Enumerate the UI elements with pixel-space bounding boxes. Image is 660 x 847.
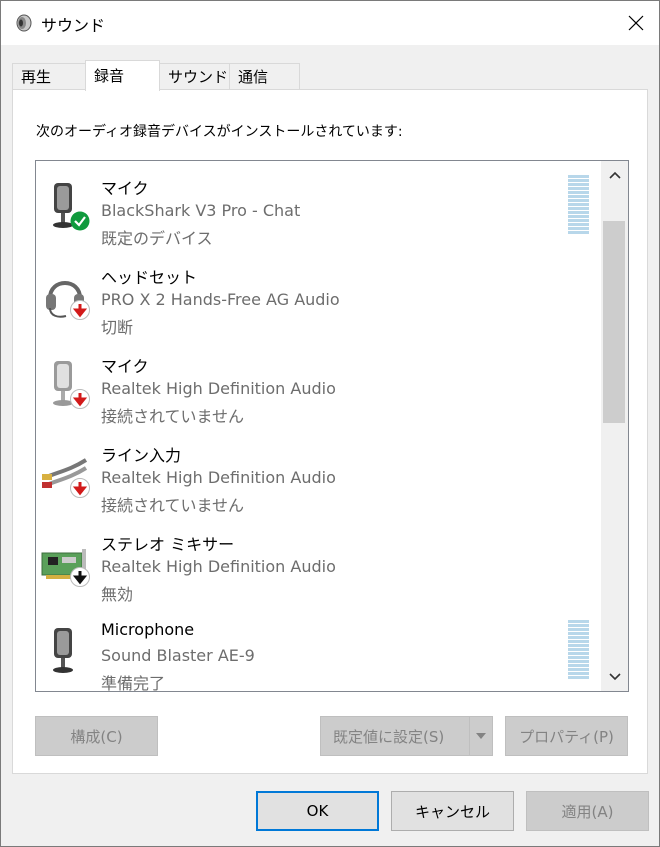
cancel-button[interactable]: キャンセル [391,791,514,831]
ok-button[interactable]: OK [256,791,379,831]
list-item[interactable]: ヘッドセット PRO X 2 Hands-Free AG Audio 切断 [36,250,601,339]
device-description: PRO X 2 Hands-Free AG Audio [101,290,340,309]
close-icon [628,15,644,31]
level-meter [568,175,589,235]
tab-playback[interactable]: 再生 [12,63,86,89]
window-title: サウンド [41,16,106,35]
scroll-down-button[interactable] [601,663,628,691]
list-item[interactable]: マイク Realtek High Definition Audio 接続されてい… [36,339,601,428]
apply-button[interactable]: 適用(A) [526,791,649,831]
tab-recording[interactable]: 録音 [85,60,160,91]
configure-button[interactable]: 構成(C) [35,716,158,756]
chevron-down-icon [608,673,621,681]
scroll-up-button[interactable] [601,161,628,189]
device-status: 接続されていません [101,496,245,515]
red-down-arrow-icon [70,300,90,324]
vertical-scrollbar[interactable] [601,161,628,691]
device-status: 既定のデバイス [101,229,213,248]
device-name: ステレオ ミキサー [101,535,235,554]
close-button[interactable] [613,1,659,45]
device-status: 接続されていません [101,407,245,426]
device-name: マイク [101,357,149,376]
device-name: ライン入力 [101,446,182,465]
device-status: 準備完了 [101,674,166,692]
chevron-up-icon [608,171,621,179]
properties-button[interactable]: プロパティ(P) [505,716,628,756]
device-status: 無効 [101,585,134,604]
device-name: マイク [101,179,149,198]
speaker-icon [15,13,33,33]
dropdown-arrow-icon [476,733,486,739]
red-down-arrow-icon [70,389,90,413]
recording-panel: 次のオーディオ録音デバイスがインストールされています: マイク BlackSha… [12,89,648,774]
list-item[interactable]: マイク BlackShark V3 Pro - Chat 既定のデバイス [36,161,601,250]
set-default-dropdown[interactable] [469,717,492,755]
check-badge-icon [70,211,90,235]
device-description: Sound Blaster AE-9 [101,646,255,665]
device-name: ヘッドセット [101,268,198,287]
black-down-arrow-icon [70,567,90,591]
device-list[interactable]: マイク BlackShark V3 Pro - Chat 既定のデバイス ヘッド… [35,160,629,692]
set-default-label: 既定値に設定(S) [333,727,445,746]
red-down-arrow-icon [70,478,90,502]
device-description: Realtek High Definition Audio [101,468,336,487]
tab-communications[interactable]: 通信 [229,63,300,89]
set-default-button[interactable]: 既定値に設定(S) [320,716,493,756]
list-item[interactable]: Microphone Sound Blaster AE-9 準備完了 [36,606,601,692]
list-item[interactable]: ライン入力 Realtek High Definition Audio 接続され… [36,428,601,517]
microphone-icon [40,620,90,680]
device-description: Realtek High Definition Audio [101,379,336,398]
tab-sounds[interactable]: サウンド [159,63,230,89]
device-status: 切断 [101,318,134,337]
list-item[interactable]: ステレオ ミキサー Realtek High Definition Audio … [36,517,601,606]
scroll-thumb[interactable] [603,221,625,423]
device-name: Microphone [101,620,195,639]
title-bar: サウンド [1,1,659,45]
instruction-text: 次のオーディオ録音デバイスがインストールされています: [36,124,403,140]
level-meter [568,620,589,680]
device-description: BlackShark V3 Pro - Chat [101,201,301,220]
sound-dialog: サウンド 再生 録音 サウンド 通信 次のオーディオ録音デバイスがインストールさ… [0,0,660,847]
device-description: Realtek High Definition Audio [101,557,336,576]
